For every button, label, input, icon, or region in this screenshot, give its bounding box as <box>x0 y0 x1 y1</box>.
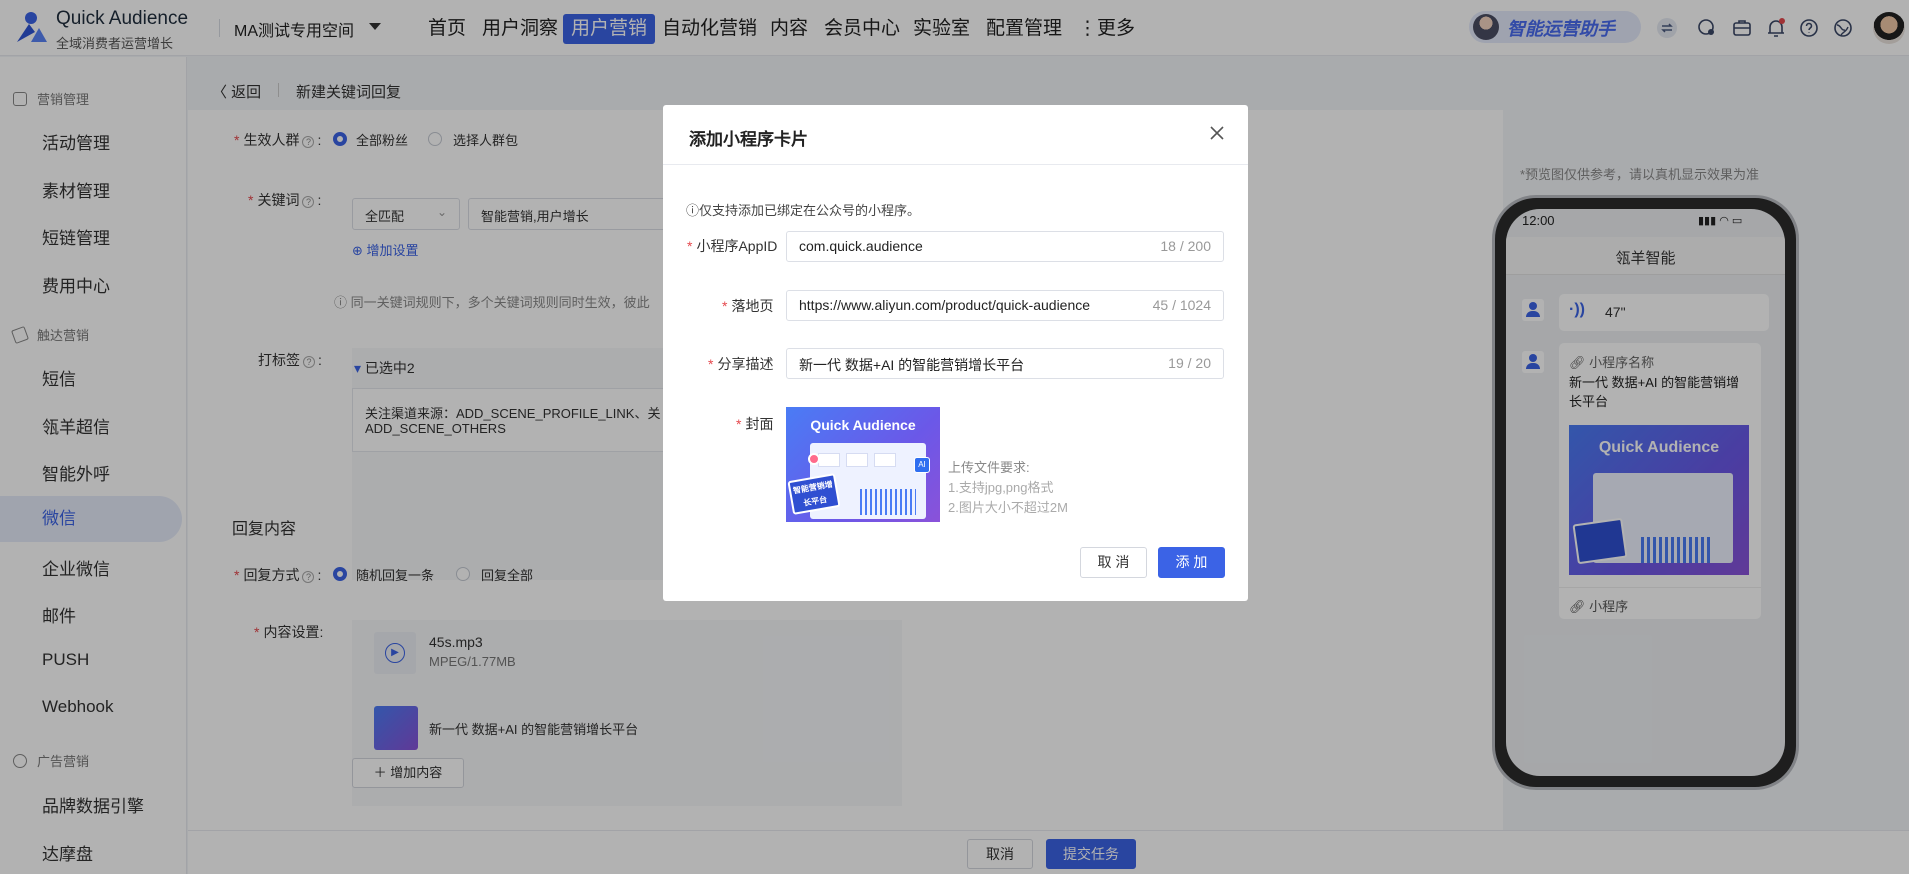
landing-page-label: * 落地页 <box>722 298 774 314</box>
cover-label: * 封面 <box>736 416 774 432</box>
label-text: 落地页 <box>731 298 774 314</box>
cover-image-upload[interactable]: Quick Audience 智能营销增长平台 AI <box>786 407 940 522</box>
appid-value: com.quick.audience <box>799 238 923 254</box>
upload-rule-format: 1.支持jpg,png格式 <box>948 480 1054 495</box>
share-desc-value: 新一代 数据+AI 的智能营销增长平台 <box>799 357 1025 373</box>
landing-page-value: https://www.aliyun.com/product/quick-aud… <box>799 297 1091 313</box>
share-desc-input[interactable]: 新一代 数据+AI 的智能营销增长平台 19 / 20 <box>786 348 1224 379</box>
avatar <box>808 453 820 465</box>
dialog-tip: ⓘ仅支持添加已绑定在公众号的小程序。 <box>686 203 921 218</box>
cover-brand: Quick Audience <box>810 417 916 433</box>
label-text: 小程序AppID <box>696 238 778 254</box>
ai-icon: AI <box>914 457 930 473</box>
tip-text: 仅支持添加已绑定在公众号的小程序。 <box>699 203 921 218</box>
landing-page-input[interactable]: https://www.aliyun.com/product/quick-aud… <box>786 290 1224 321</box>
appid-counter: 18 / 200 <box>1160 238 1211 254</box>
divider <box>663 164 1248 165</box>
close-icon[interactable] <box>1207 123 1227 143</box>
share-desc-counter: 19 / 20 <box>1168 355 1211 371</box>
upload-rule-size: 2.图片大小不超过2M <box>948 500 1068 515</box>
dialog-add-button[interactable]: 添 加 <box>1158 547 1225 578</box>
add-mini-program-dialog: 添加小程序卡片 ⓘ仅支持添加已绑定在公众号的小程序。 * 小程序AppID com… <box>663 105 1248 601</box>
dialog-cancel-button[interactable]: 取 消 <box>1080 547 1147 578</box>
label-text: 封面 <box>745 416 774 432</box>
appid-label: * 小程序AppID <box>687 238 778 254</box>
dialog-title: 添加小程序卡片 <box>689 130 808 149</box>
upload-requirement-title: 上传文件要求: <box>948 460 1030 475</box>
appid-input[interactable]: com.quick.audience 18 / 200 <box>786 231 1224 262</box>
share-desc-label: * 分享描述 <box>708 356 774 372</box>
landing-page-counter: 45 / 1024 <box>1152 297 1211 313</box>
label-text: 分享描述 <box>717 356 774 372</box>
